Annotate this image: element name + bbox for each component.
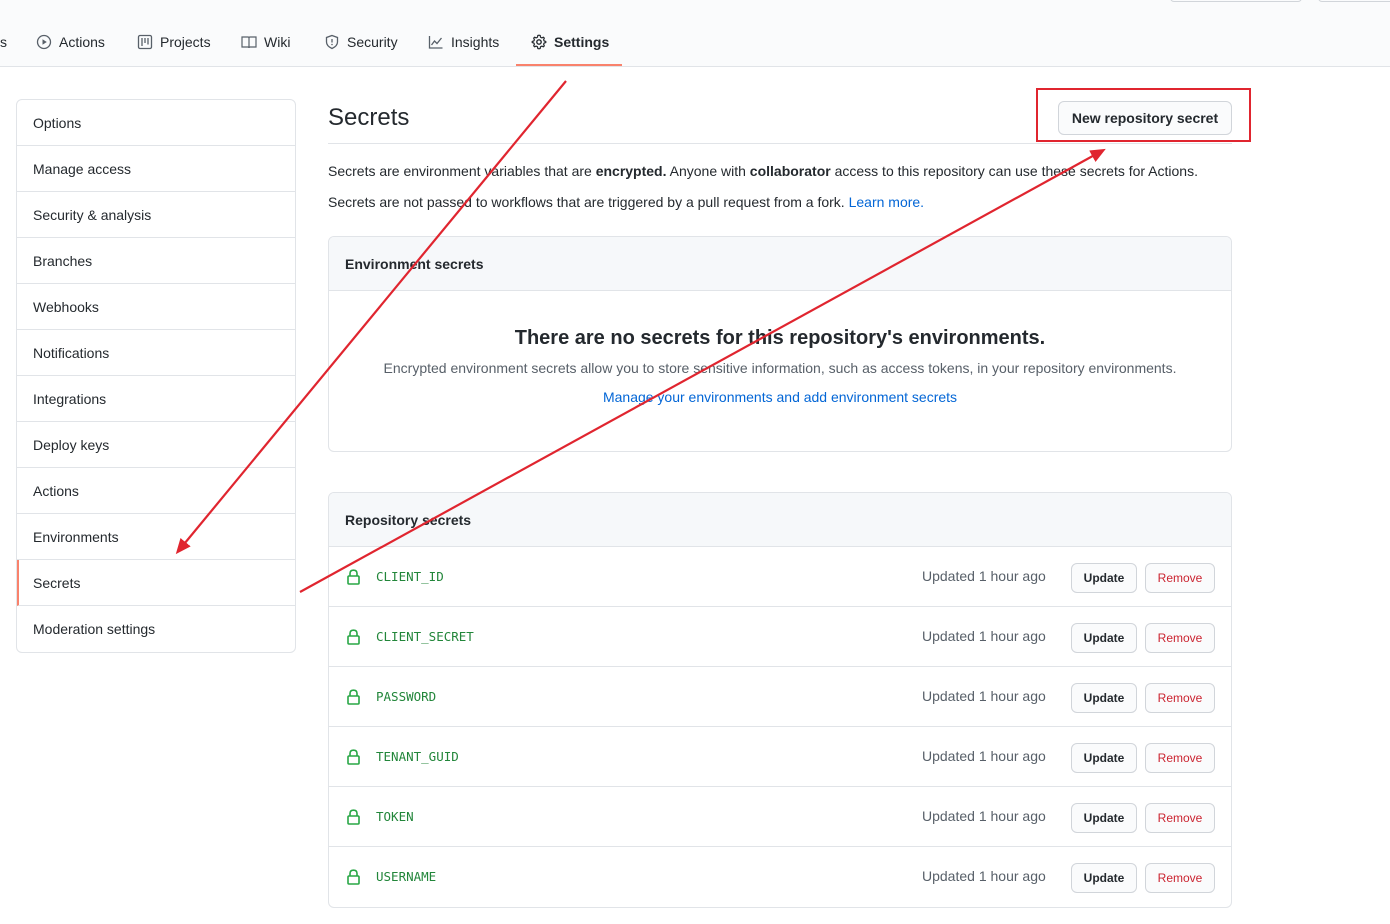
secret-updated: Updated 1 hour ago	[922, 568, 1046, 584]
lock-icon	[347, 749, 360, 765]
tab-label: Projects	[160, 34, 211, 50]
fork-description: Secrets are not passed to workflows that…	[328, 194, 924, 210]
desc-bold-encrypted: encrypted.	[595, 163, 667, 179]
lock-icon	[347, 629, 360, 645]
blankslate-text: Encrypted environment secrets allow you …	[383, 360, 1177, 376]
remove-button[interactable]: Remove	[1145, 623, 1215, 653]
repo-nav: s Actions Projects Wiki Security Insight…	[0, 0, 1390, 67]
sidebar-item-notifications[interactable]: Notifications	[17, 330, 295, 376]
book-icon	[241, 36, 257, 49]
tab-actions[interactable]: Actions	[36, 28, 105, 56]
title-divider	[328, 143, 1232, 144]
sidebar-item-branches[interactable]: Branches	[17, 238, 295, 284]
update-button[interactable]: Update	[1071, 743, 1137, 773]
lock-icon	[347, 569, 360, 585]
environment-secrets-header: Environment secrets	[329, 237, 1231, 291]
desc-text: Anyone with	[666, 163, 750, 179]
sidebar-item-actions[interactable]: Actions	[17, 468, 295, 514]
repository-secrets-header: Repository secrets	[329, 493, 1231, 547]
project-icon	[137, 34, 153, 50]
secrets-description: Secrets are environment variables that a…	[328, 163, 1198, 179]
secret-row: USERNAME Updated 1 hour ago Update Remov…	[329, 847, 1231, 907]
environment-secrets-blankslate: There are no secrets for this repository…	[329, 291, 1231, 405]
tab-label: Security	[347, 34, 398, 50]
secret-row: TOKEN Updated 1 hour ago Update Remove	[329, 787, 1231, 847]
secret-row: CLIENT_ID Updated 1 hour ago Update Remo…	[329, 547, 1231, 607]
secret-name: CLIENT_ID	[376, 569, 444, 584]
remove-button[interactable]: Remove	[1145, 563, 1215, 593]
lock-icon	[347, 869, 360, 885]
secret-name: CLIENT_SECRET	[376, 629, 474, 644]
update-button[interactable]: Update	[1071, 683, 1137, 713]
tab-security[interactable]: Security	[324, 28, 398, 56]
secret-name: TENANT_GUID	[376, 749, 459, 764]
shield-icon	[325, 34, 339, 50]
sidebar-item-webhooks[interactable]: Webhooks	[17, 284, 295, 330]
desc-text: access to this repository can use these …	[830, 163, 1198, 179]
update-button[interactable]: Update	[1071, 863, 1137, 893]
top-right-button-2[interactable]	[1318, 0, 1390, 2]
tab-label: Insights	[451, 34, 500, 50]
lock-icon	[347, 689, 360, 705]
tab-insights[interactable]: Insights	[428, 28, 499, 56]
sidebar-item-secrets[interactable]: Secrets	[17, 560, 295, 606]
top-right-button-1[interactable]	[1170, 0, 1302, 2]
sidebar-item-environments[interactable]: Environments	[17, 514, 295, 560]
sidebar-item-security-analysis[interactable]: Security & analysis	[17, 192, 295, 238]
sidebar-item-options[interactable]: Options	[17, 100, 295, 146]
graph-icon	[428, 36, 443, 49]
tab-settings[interactable]: Settings	[531, 28, 609, 56]
tab-label: Wiki	[264, 34, 291, 50]
secret-updated: Updated 1 hour ago	[922, 688, 1046, 704]
secret-name: USERNAME	[376, 869, 437, 884]
sidebar-item-deploy-keys[interactable]: Deploy keys	[17, 422, 295, 468]
tab-wiki[interactable]: Wiki	[241, 28, 290, 56]
sidebar-item-manage-access[interactable]: Manage access	[17, 146, 295, 192]
blankslate-heading: There are no secrets for this repository…	[514, 327, 1046, 349]
secret-updated: Updated 1 hour ago	[922, 628, 1046, 644]
settings-sidebar: Options Manage access Security & analysi…	[16, 99, 296, 653]
sidebar-item-integrations[interactable]: Integrations	[17, 376, 295, 422]
secret-row: CLIENT_SECRET Updated 1 hour ago Update …	[329, 607, 1231, 667]
page-title: Secrets	[328, 104, 410, 131]
update-button[interactable]: Update	[1071, 623, 1137, 653]
secret-name: PASSWORD	[376, 689, 437, 704]
desc-text: Secrets are environment variables that a…	[328, 163, 596, 179]
desc-bold-collaborator: collaborator	[749, 163, 831, 179]
secret-updated: Updated 1 hour ago	[922, 808, 1046, 824]
sidebar-item-moderation-settings[interactable]: Moderation settings	[17, 606, 295, 652]
manage-environments-link[interactable]: Manage your environments and add environ…	[603, 389, 957, 405]
remove-button[interactable]: Remove	[1145, 743, 1215, 773]
secret-updated: Updated 1 hour ago	[922, 748, 1046, 764]
repository-secrets-box: Repository secrets CLIENT_ID Updated 1 h…	[328, 492, 1232, 908]
learn-more-link[interactable]: Learn more.	[849, 194, 924, 210]
tab-projects[interactable]: Projects	[137, 28, 211, 56]
lock-icon	[347, 809, 360, 825]
tab-label: Actions	[59, 34, 105, 50]
gear-icon	[531, 34, 547, 50]
update-button[interactable]: Update	[1071, 563, 1137, 593]
desc-text: Secrets are not passed to workflows that…	[328, 194, 849, 210]
secret-name: TOKEN	[376, 809, 414, 824]
secret-row: PASSWORD Updated 1 hour ago Update Remov…	[329, 667, 1231, 727]
annotation-highlight-box	[1036, 88, 1251, 142]
selected-tab-underline	[516, 64, 622, 66]
secret-updated: Updated 1 hour ago	[922, 868, 1046, 884]
secret-row: TENANT_GUID Updated 1 hour ago Update Re…	[329, 727, 1231, 787]
remove-button[interactable]: Remove	[1145, 683, 1215, 713]
remove-button[interactable]: Remove	[1145, 863, 1215, 893]
tab-label: Settings	[554, 34, 610, 50]
remove-button[interactable]: Remove	[1145, 803, 1215, 833]
update-button[interactable]: Update	[1071, 803, 1137, 833]
nav-tab-fragment[interactable]: s	[0, 34, 7, 50]
play-icon	[36, 34, 52, 50]
environment-secrets-box: Environment secrets There are no secrets…	[328, 236, 1232, 452]
